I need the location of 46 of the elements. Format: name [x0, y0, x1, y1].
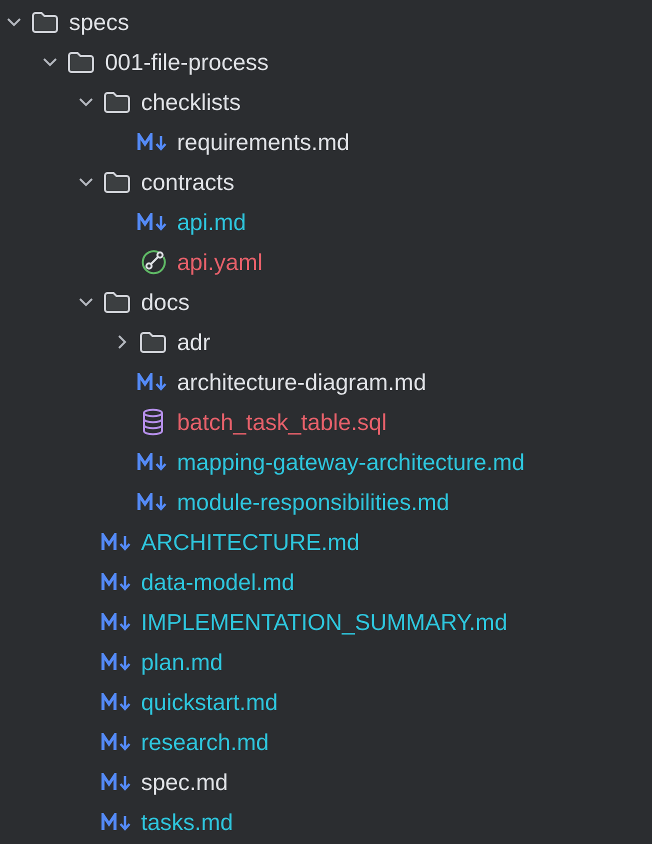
folder-name[interactable]: checklists	[141, 88, 241, 116]
file-name[interactable]: module-responsibilities.md	[177, 488, 450, 516]
markdown-icon	[101, 533, 133, 551]
file-name[interactable]: api.md	[177, 208, 246, 236]
file-name[interactable]: mapping-gateway-architecture.md	[177, 448, 525, 476]
file-name[interactable]: tasks.md	[141, 808, 234, 836]
file-name[interactable]: ARCHITECTURE.md	[141, 528, 360, 556]
folder-icon	[102, 90, 132, 114]
markdown-icon	[101, 653, 133, 671]
folder-name[interactable]: contracts	[141, 168, 234, 196]
file-name[interactable]: plan.md	[141, 648, 223, 676]
folder-icon	[138, 330, 168, 354]
chevron-down-icon[interactable]	[78, 297, 94, 307]
folder-name[interactable]: 001-file-process	[105, 48, 269, 76]
chevron-down-icon[interactable]	[78, 177, 94, 187]
markdown-icon	[137, 373, 169, 391]
markdown-icon	[101, 813, 133, 831]
markdown-icon	[101, 773, 133, 791]
file-name[interactable]: architecture-diagram.md	[177, 368, 426, 396]
folder-name[interactable]: docs	[141, 288, 190, 316]
markdown-icon	[137, 133, 169, 151]
markdown-icon	[101, 693, 133, 711]
markdown-icon	[137, 213, 169, 231]
chevron-down-icon[interactable]	[6, 17, 22, 27]
chevron-right-icon[interactable]	[117, 334, 127, 350]
file-name[interactable]: research.md	[141, 728, 269, 756]
chevron-down-icon[interactable]	[42, 57, 58, 67]
file-name[interactable]: spec.md	[141, 768, 228, 796]
markdown-icon	[101, 733, 133, 751]
folder-icon	[102, 290, 132, 314]
file-name[interactable]: quickstart.md	[141, 688, 278, 716]
folder-name[interactable]: specs	[69, 8, 130, 36]
folder-icon	[102, 170, 132, 194]
file-name[interactable]: data-model.md	[141, 568, 294, 596]
file-name[interactable]: batch_task_table.sql	[177, 408, 387, 436]
chevron-down-icon[interactable]	[78, 97, 94, 107]
file-name[interactable]: api.yaml	[177, 248, 263, 276]
markdown-icon	[101, 613, 133, 631]
markdown-icon	[137, 493, 169, 511]
file-name[interactable]: IMPLEMENTATION_SUMMARY.md	[141, 608, 508, 636]
folder-icon	[30, 10, 60, 34]
markdown-icon	[101, 573, 133, 591]
folder-name[interactable]: adr	[177, 328, 210, 356]
markdown-icon	[137, 453, 169, 471]
folder-icon	[66, 50, 96, 74]
file-name[interactable]: requirements.md	[177, 128, 350, 156]
